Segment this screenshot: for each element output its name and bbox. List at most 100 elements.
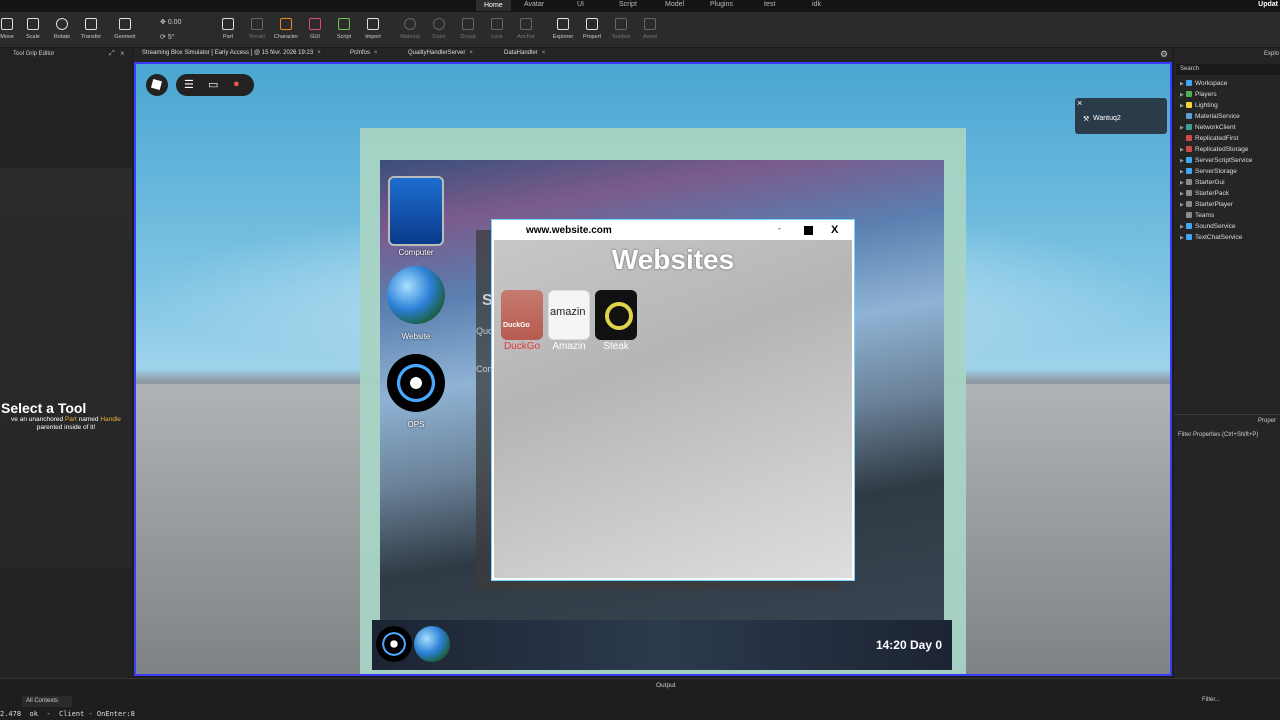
ops-icon xyxy=(387,354,445,412)
rotate-icon xyxy=(56,18,68,30)
desktop-icon-ops[interactable]: OPS xyxy=(386,348,446,429)
doc-tab-pcinfos[interactable]: PcInfos × xyxy=(350,50,378,56)
update-button[interactable]: Updat xyxy=(1258,1,1278,8)
doc-tab-game[interactable]: Streaming Blox Simulator [ Early Access … xyxy=(142,50,321,56)
starterplayer-icon xyxy=(1186,201,1192,208)
tree-item-serverscriptservice[interactable]: ▶ ServerScriptService xyxy=(1180,155,1252,166)
tree-item-replicatedstorage[interactable]: ▶ ReplicatedStorage xyxy=(1180,144,1248,155)
close-icon[interactable]: × xyxy=(317,50,321,56)
ops-icon[interactable] xyxy=(376,626,412,662)
close-button[interactable]: X xyxy=(831,224,838,236)
chat-icon[interactable]: ▭ xyxy=(208,78,218,91)
maximize-button[interactable] xyxy=(804,226,813,235)
tree-item-starterplayer[interactable]: ▶ StarterPlayer xyxy=(1180,199,1233,210)
hint-title: Select a Tool xyxy=(1,400,87,416)
tree-item-teams[interactable]: Teams xyxy=(1180,210,1214,221)
startergui-icon xyxy=(1186,179,1192,186)
tree-item-replicatedfirst[interactable]: ReplicatedFirst xyxy=(1180,133,1238,144)
asset-tool[interactable]: Asset xyxy=(633,16,667,40)
networkclient-icon xyxy=(1186,124,1192,131)
doc-tab-datahandler[interactable]: DataHandler × xyxy=(504,50,545,56)
microphone-icon[interactable]: ● xyxy=(233,78,240,90)
serverstorage-icon xyxy=(1186,168,1192,175)
clock: 14:20 Day 0 xyxy=(875,638,942,652)
tree-item-networkclient[interactable]: ▶ NetworkClient xyxy=(1180,122,1235,133)
close-icon[interactable]: × xyxy=(374,50,378,56)
computer-icon xyxy=(388,176,444,246)
serverscriptservice-icon xyxy=(1186,157,1192,164)
tree-item-workspace[interactable]: ▶ Workspace xyxy=(1180,78,1227,89)
tree-item-starterpack[interactable]: ▶ StarterPack xyxy=(1180,188,1229,199)
taskbar: 14:20 Day 0 xyxy=(372,620,952,670)
tab-plugins[interactable]: Plugins xyxy=(710,1,733,8)
tree-item-serverstorage[interactable]: ▶ ServerStorage xyxy=(1180,166,1237,177)
amazin-logo-icon xyxy=(548,290,590,340)
close-icon[interactable]: × xyxy=(120,49,125,58)
group-icon xyxy=(462,18,474,30)
move-increment[interactable]: ✥ 0.00 xyxy=(160,18,181,26)
move-icon xyxy=(1,18,13,30)
explorer-panel: Explo Search ▶ Workspace ▶ Players ▶ Lighti… xyxy=(1174,48,1280,678)
tab-home[interactable]: Home xyxy=(476,0,511,11)
tab-test[interactable]: test xyxy=(764,1,775,8)
geometry-tool[interactable]: Geometr xyxy=(108,16,142,40)
explorer-search-input[interactable]: Search xyxy=(1176,64,1280,75)
hint-line-1: ve an unanchored Part named Handle xyxy=(11,416,121,423)
close-icon[interactable]: × xyxy=(1077,98,1082,108)
tab-ui[interactable]: UI xyxy=(577,1,584,8)
document-tabs: Streaming Blox Simulator [ Early Access … xyxy=(134,48,1172,62)
tree-item-materialservice[interactable]: MaterialService xyxy=(1180,111,1240,122)
tree-item-startergui[interactable]: ▶ StarterGui xyxy=(1180,177,1225,188)
lighting-icon xyxy=(1186,102,1192,109)
globe-icon[interactable] xyxy=(414,626,450,662)
gear-icon[interactable]: ⚙ xyxy=(1160,49,1168,60)
transform-icon xyxy=(85,18,97,30)
roblox-menu-bar: ☰ ▭ ● xyxy=(176,74,254,96)
doc-tab-qualityhandler[interactable]: QualityHandlerServer × xyxy=(408,50,473,56)
address-bar[interactable]: www.website.com xyxy=(526,225,612,236)
explorer-icon xyxy=(557,18,569,30)
part-icon xyxy=(222,18,234,30)
character-icon xyxy=(280,18,292,30)
browser-titlebar[interactable]: www.website.com - X xyxy=(494,222,852,240)
tree-item-textchatservice[interactable]: ▶ TextChatService xyxy=(1180,232,1242,243)
site-amazin[interactable]: Amazin xyxy=(547,290,591,352)
pin-icon[interactable]: ⤢ xyxy=(109,50,115,58)
import-icon xyxy=(367,18,379,30)
anchor-icon xyxy=(520,18,532,30)
tree-item-soundservice[interactable]: ▶ SoundService xyxy=(1180,221,1235,232)
game-viewport[interactable]: ☰ ▭ ● Computer Website OPS S Quo Com www… xyxy=(134,62,1172,676)
character-silhouette xyxy=(0,168,132,568)
hamburger-menu-icon[interactable]: ☰ xyxy=(184,78,194,91)
browser-window: www.website.com - X Websites DuckGo Amaz… xyxy=(492,220,854,580)
gui-icon xyxy=(309,18,321,30)
steak-logo-icon xyxy=(595,290,637,340)
import-tool[interactable]: Import xyxy=(356,16,390,40)
tab-idk[interactable]: idk xyxy=(812,1,821,8)
starterpack-icon xyxy=(1186,190,1192,197)
transform-tool[interactable]: Transfor xyxy=(74,16,108,40)
hammer-icon: ⚒ xyxy=(1083,116,1090,123)
desktop-icon-website[interactable]: Website xyxy=(386,260,446,341)
tree-item-lighting[interactable]: ▶ Lighting xyxy=(1180,100,1218,111)
tool-grip-editor-panel: Tool Grip Editor ⤢ × Select a Tool ve an… xyxy=(0,48,132,678)
tab-avatar[interactable]: Avatar xyxy=(524,1,544,8)
rotate-increment[interactable]: ⟳ 5° xyxy=(160,33,175,41)
context-select[interactable]: All Contexts xyxy=(22,696,72,707)
tab-script[interactable]: Script xyxy=(619,1,637,8)
color-icon xyxy=(433,18,445,30)
minimize-button[interactable]: - xyxy=(778,224,781,233)
desktop-icon-computer[interactable]: Computer xyxy=(386,176,446,257)
close-icon[interactable]: × xyxy=(542,50,546,56)
properties-filter-input[interactable]: Filter Properties (Ctrl+Shift+P) xyxy=(1178,432,1258,438)
site-steak[interactable]: Steak xyxy=(594,290,638,352)
site-duckgo[interactable]: DuckGo xyxy=(500,290,544,352)
workspace-icon xyxy=(1186,80,1192,87)
tree-item-players[interactable]: ▶ Players xyxy=(1180,89,1217,100)
output-filter-input[interactable]: Filter... xyxy=(1202,697,1220,703)
script-icon xyxy=(338,18,350,30)
anchor-tool[interactable]: Anchor xyxy=(509,16,543,40)
close-icon[interactable]: × xyxy=(469,50,473,56)
tab-model[interactable]: Model xyxy=(665,1,684,8)
roblox-logo-icon[interactable] xyxy=(146,74,168,96)
